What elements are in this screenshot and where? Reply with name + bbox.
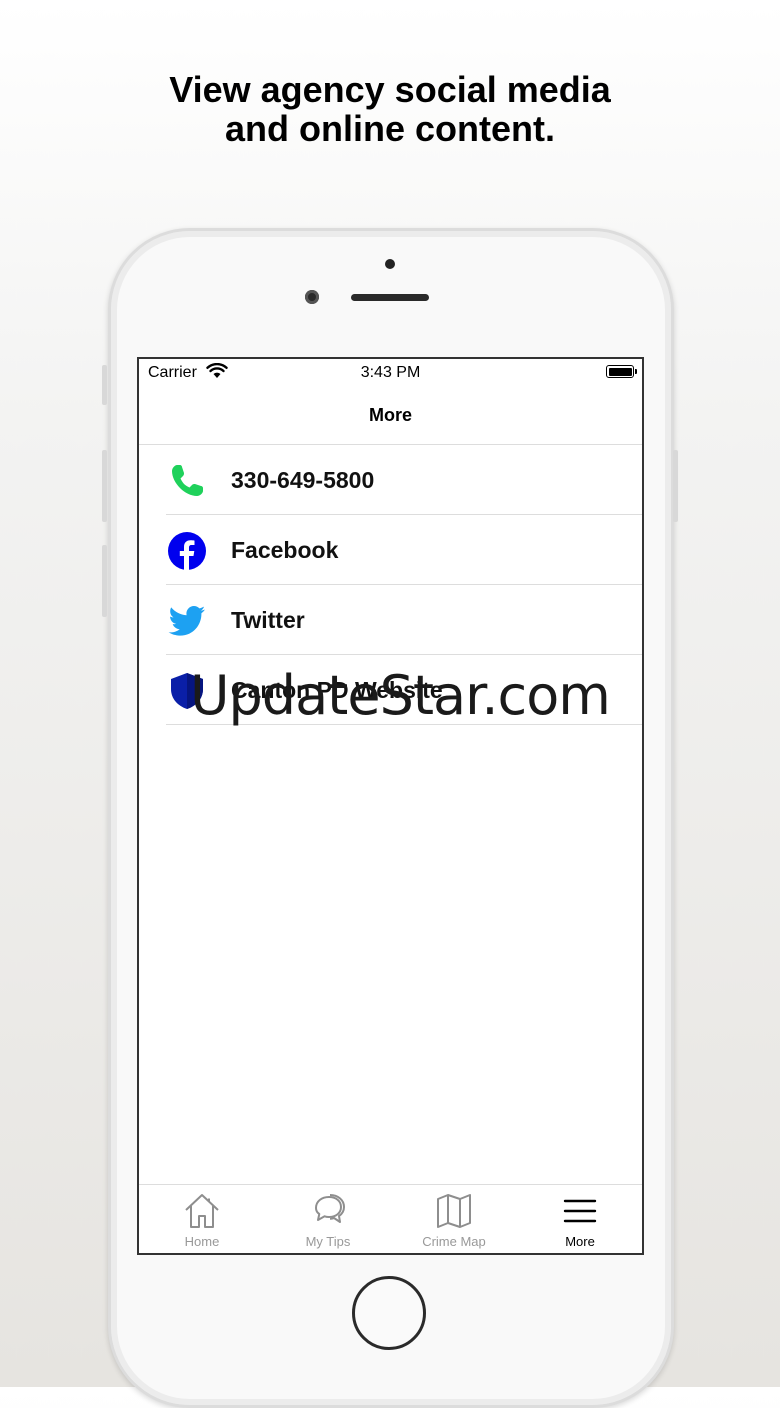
tab-label: My Tips <box>305 1234 351 1249</box>
list-item-label: 330-649-5800 <box>231 467 375 493</box>
power-button <box>673 450 678 522</box>
list-item-phone[interactable]: 330-649-5800 <box>139 445 642 515</box>
tab-more[interactable]: More <box>517 1185 642 1253</box>
proximity-sensor <box>385 259 395 269</box>
volume-down-button <box>102 545 107 617</box>
earpiece-speaker <box>351 294 429 301</box>
home-button[interactable] <box>352 1276 426 1350</box>
menu-icon <box>563 1199 597 1223</box>
phone-screen: Carrier 3:43 PM More 330-649-5800 Facebo… <box>137 357 644 1255</box>
tab-label: Crime Map <box>422 1234 486 1249</box>
status-time: 3:43 PM <box>360 364 421 381</box>
tab-crime-map[interactable]: Crime Map <box>391 1185 517 1253</box>
volume-up-button <box>102 450 107 522</box>
map-icon <box>437 1194 471 1228</box>
tab-home[interactable]: Home <box>139 1185 265 1253</box>
battery-icon <box>606 365 637 378</box>
facebook-icon <box>168 532 206 570</box>
tab-bar: Home My Tips Crime Map More <box>139 1184 642 1253</box>
page-title: More <box>368 405 412 425</box>
list-item-twitter[interactable]: Twitter <box>139 585 642 655</box>
home-icon <box>185 1194 219 1228</box>
mute-switch <box>102 365 107 405</box>
list-item-label: Facebook <box>231 537 339 563</box>
headline-line-1: View agency social media <box>169 69 611 110</box>
headline-line-2: and online content. <box>225 108 555 149</box>
navigation-bar: More <box>139 389 642 445</box>
list-item-label: Twitter <box>231 607 305 633</box>
tab-label: More <box>565 1234 595 1249</box>
tab-my-tips[interactable]: My Tips <box>265 1185 391 1253</box>
list-item-facebook[interactable]: Facebook <box>139 515 642 585</box>
headline: View agency social media and online cont… <box>0 70 780 148</box>
front-camera <box>305 290 319 304</box>
twitter-icon <box>168 606 205 636</box>
status-bar: Carrier 3:43 PM <box>139 359 642 387</box>
watermark: UpdateStar.com <box>190 664 611 727</box>
phone-icon <box>172 465 203 496</box>
tab-label: Home <box>184 1234 220 1249</box>
chat-bubbles-icon <box>315 1194 345 1223</box>
